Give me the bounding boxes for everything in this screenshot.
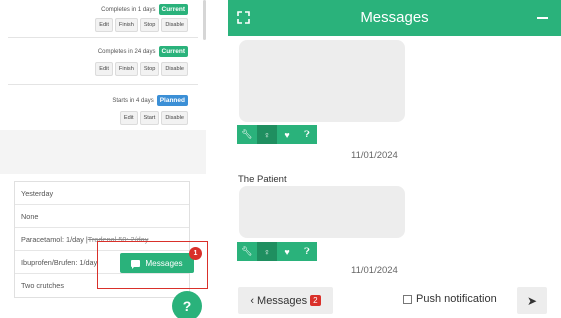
stop-button[interactable]: Stop bbox=[139, 62, 160, 76]
chat-header: Messages bbox=[228, 0, 561, 36]
wrench-icon[interactable]: 🔧︎ bbox=[237, 242, 257, 261]
messages-button-label: Messages bbox=[145, 258, 183, 268]
card-status-row: Completes in 1 days Current bbox=[101, 4, 188, 15]
message-bubble bbox=[239, 40, 405, 122]
status-text: Starts in 4 days bbox=[112, 97, 154, 104]
message-count-badge: 2 bbox=[310, 295, 321, 306]
status-badge: Current bbox=[158, 4, 188, 15]
message-actions: 🔧︎ ♀ ♥ ❓︎ bbox=[237, 242, 317, 261]
finish-button[interactable]: Finish bbox=[114, 62, 138, 76]
stop-button[interactable]: Stop bbox=[139, 18, 160, 32]
card-status-row: Starts in 4 days Planned bbox=[112, 95, 188, 106]
section-background bbox=[0, 130, 206, 174]
card-action-buttons: Edit Finish Stop Disable bbox=[95, 18, 188, 32]
edit-button[interactable]: Edit bbox=[119, 111, 138, 125]
cell-text: Two crutches bbox=[21, 281, 64, 290]
chat-title: Messages bbox=[360, 9, 429, 26]
push-notification-toggle[interactable]: Push notification bbox=[403, 293, 497, 305]
table-row: None bbox=[15, 205, 189, 228]
help-button[interactable]: ? bbox=[172, 291, 202, 318]
card-status-row: Completes in 24 days Current bbox=[98, 46, 188, 57]
chat-footer: ‹ Messages 2 Push notification ➤ bbox=[228, 282, 561, 318]
back-button-label: Messages bbox=[257, 294, 308, 307]
scrollbar[interactable] bbox=[203, 0, 206, 40]
heart-icon[interactable]: ♥ bbox=[277, 242, 297, 261]
heart-icon[interactable]: ♥ bbox=[277, 125, 297, 144]
cell-text: Ibuprofen/Brufen: 1/day bbox=[21, 257, 98, 267]
message-bubble bbox=[239, 186, 405, 238]
cell-text: Paracetamol: 1/day | bbox=[21, 234, 88, 244]
status-badge: Current bbox=[158, 46, 188, 57]
disable-button[interactable]: Disable bbox=[161, 111, 188, 125]
message-sender: The Patient bbox=[238, 174, 287, 185]
divider bbox=[8, 84, 198, 85]
disable-button[interactable]: Disable bbox=[161, 62, 188, 76]
send-icon: ➤ bbox=[526, 293, 538, 308]
cell-text: Yesterday bbox=[21, 188, 54, 198]
card-action-buttons: Edit Finish Stop Disable bbox=[95, 62, 188, 76]
status-text: Completes in 1 days bbox=[101, 6, 156, 13]
messages-panel: Messages 🔧︎ ♀ ♥ ❓︎ 11/01/2024 The Patien… bbox=[228, 0, 561, 318]
finish-button[interactable]: Finish bbox=[114, 18, 138, 32]
chevron-left-icon: ‹ bbox=[250, 294, 255, 307]
open-messages-button[interactable]: Messages bbox=[120, 253, 194, 273]
push-notification-label: Push notification bbox=[416, 293, 497, 305]
minimize-icon[interactable] bbox=[537, 17, 548, 19]
disable-button[interactable]: Disable bbox=[161, 18, 188, 32]
start-button[interactable]: Start bbox=[139, 111, 160, 125]
question-icon[interactable]: ❓︎ bbox=[297, 125, 317, 144]
question-icon[interactable]: ❓︎ bbox=[297, 242, 317, 261]
divider bbox=[8, 37, 198, 38]
edit-button[interactable]: Edit bbox=[95, 62, 113, 76]
chat-icon bbox=[131, 259, 141, 269]
person-icon[interactable]: ♀ bbox=[257, 242, 277, 261]
table-row: Yesterday bbox=[15, 182, 189, 205]
send-button[interactable]: ➤ bbox=[517, 287, 547, 314]
status-badge: Planned bbox=[156, 95, 188, 106]
unread-count-badge: 1 bbox=[189, 247, 202, 260]
cell-text: None bbox=[21, 211, 39, 221]
status-text: Completes in 24 days bbox=[97, 48, 156, 55]
message-actions: 🔧︎ ♀ ♥ ❓︎ bbox=[237, 125, 317, 144]
task-list-panel: Completes in 1 days Current Edit Finish … bbox=[0, 0, 222, 318]
push-notification-checkbox[interactable] bbox=[403, 294, 412, 304]
edit-button[interactable]: Edit bbox=[95, 18, 113, 32]
card-action-buttons: Edit Start Disable bbox=[119, 111, 188, 125]
message-date: 11/01/2024 bbox=[351, 150, 398, 161]
message-date: 11/01/2024 bbox=[351, 265, 398, 276]
back-to-messages-button[interactable]: ‹ Messages 2 bbox=[238, 287, 333, 314]
wrench-icon[interactable]: 🔧︎ bbox=[237, 125, 257, 144]
person-icon[interactable]: ♀ bbox=[257, 125, 277, 144]
